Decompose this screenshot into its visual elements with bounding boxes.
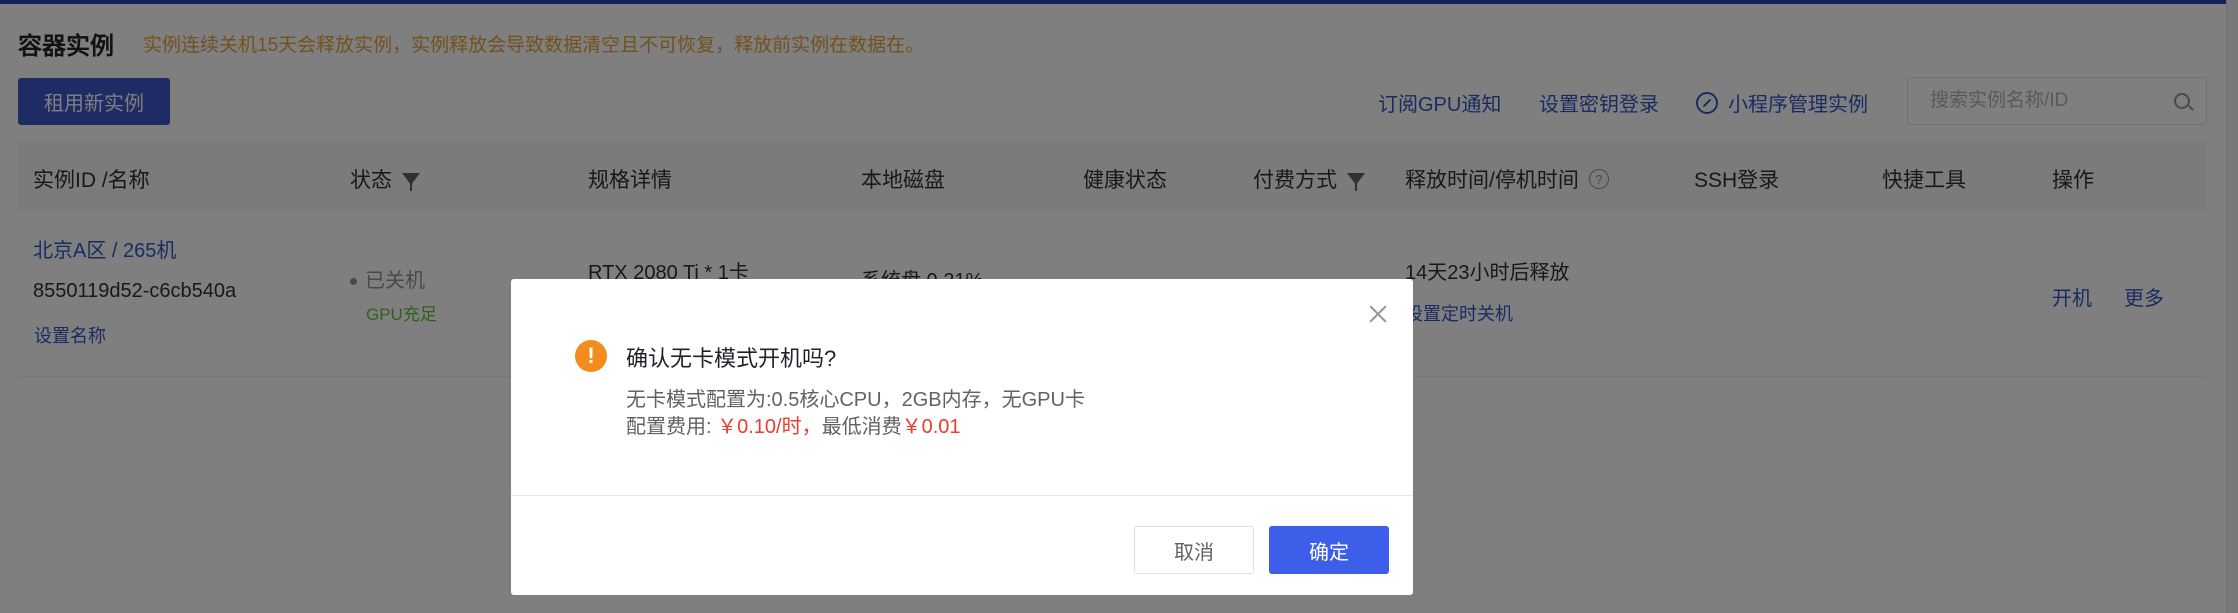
close-icon[interactable] [1365, 301, 1391, 327]
hourly-price: ￥0.10/时， [717, 416, 822, 438]
dialog-config-text: 无卡模式配置为:0.5核心CPU，2GB内存，无GPU卡 [626, 389, 1085, 411]
dialog-title: 确认无卡模式开机吗? [626, 346, 837, 371]
min-charge-price: ￥0.01 [901, 416, 961, 438]
confirm-dialog: ! 确认无卡模式开机吗? 无卡模式配置为:0.5核心CPU，2GB内存，无GPU… [511, 279, 1413, 595]
dialog-price-line: 配置费用: ￥0.10/时，最低消费￥0.01 [626, 410, 961, 439]
min-charge-label: 最低消费 [821, 416, 902, 438]
cancel-button[interactable]: 取消 [1134, 526, 1254, 574]
price-label: 配置费用: [626, 416, 718, 438]
dialog-divider [511, 495, 1413, 496]
warning-icon: ! [575, 340, 607, 372]
confirm-button[interactable]: 确定 [1269, 526, 1389, 574]
